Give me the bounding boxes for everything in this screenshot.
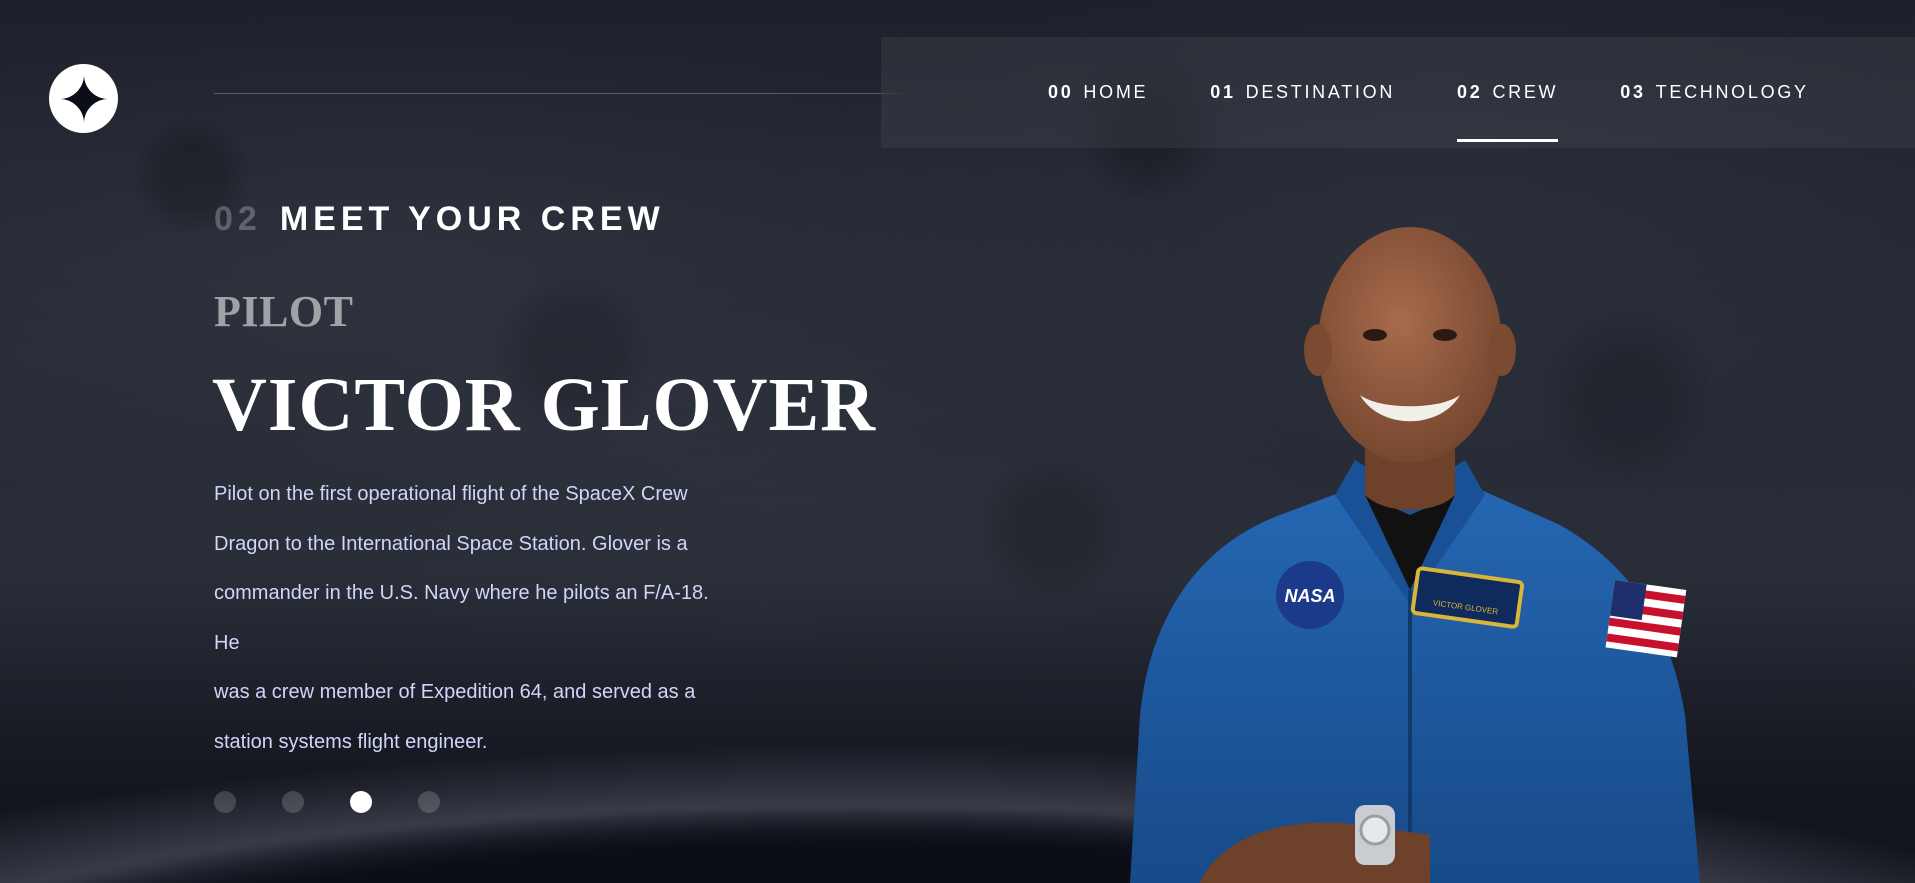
nav-item-label: HOME	[1083, 82, 1149, 102]
nav-item-technology[interactable]: 03 TECHNOLOGY	[1620, 37, 1808, 148]
crew-bio-line: Dragon to the International Space Statio…	[214, 532, 688, 555]
crew-bio-line: station systems flight engineer.	[214, 730, 488, 753]
crew-bio-line: was a crew member of Expedition 64, and …	[214, 681, 696, 703]
main-navigation: 00 HOME 01 DESTINATION 02 CREW 03 TECHNO…	[881, 37, 1915, 148]
crew-bio-line: Pilot on the first operational flight of…	[214, 483, 688, 505]
eyebrow-number: 02	[214, 200, 262, 238]
crew-dot-4[interactable]	[418, 791, 440, 813]
crew-dot-3[interactable]	[350, 791, 372, 813]
crew-portrait-image: NASA VICTOR GLOVER	[1130, 227, 1700, 883]
nasa-badge-text: NASA	[1284, 586, 1335, 606]
nav-item-crew[interactable]: 02 CREW	[1457, 37, 1559, 148]
nav-item-number: 02	[1457, 82, 1483, 102]
nav-item-destination[interactable]: 01 DESTINATION	[1210, 37, 1395, 148]
logo-star-icon[interactable]	[49, 64, 118, 133]
nav-item-label: CREW	[1492, 82, 1559, 102]
crew-dot-2[interactable]	[282, 791, 304, 813]
crew-name: VICTOR GLOVER	[212, 363, 877, 447]
nav-item-home[interactable]: 00 HOME	[1048, 37, 1148, 148]
eyebrow-text: MEET YOUR CREW	[279, 200, 665, 238]
us-flag-icon	[1605, 580, 1687, 658]
crew-pagination	[214, 791, 440, 813]
crew-dot-1[interactable]	[214, 791, 236, 813]
crew-bio: Pilot on the first operational flight of…	[214, 470, 734, 767]
header-divider-line	[214, 93, 921, 94]
star-icon	[59, 74, 108, 123]
nav-item-number: 01	[1210, 82, 1236, 102]
nav-item-label: DESTINATION	[1245, 82, 1396, 102]
nav-item-number: 00	[1048, 82, 1074, 102]
nav-item-number: 03	[1620, 82, 1646, 102]
page-eyebrow-heading: 02 MEET YOUR CREW	[214, 200, 665, 239]
crew-role: PILOT	[214, 287, 354, 336]
crew-bio-line: commander in the U.S. Navy where he pilo…	[214, 582, 709, 654]
nav-item-label: TECHNOLOGY	[1655, 82, 1809, 102]
